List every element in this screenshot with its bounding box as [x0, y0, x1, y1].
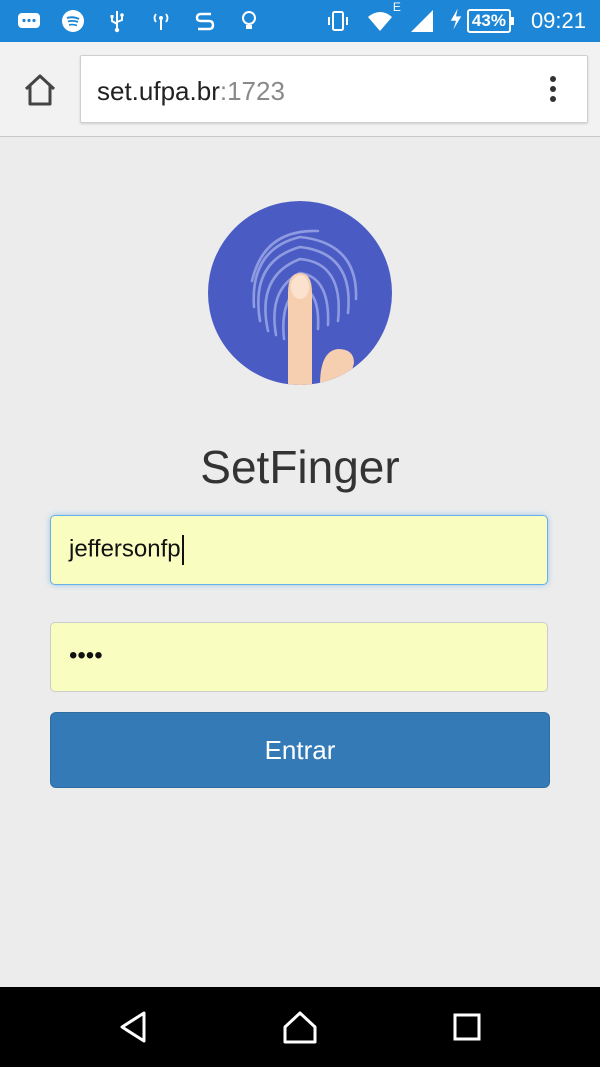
spotify-icon — [58, 6, 88, 36]
password-value: •••• — [69, 642, 103, 669]
text-cursor — [181, 535, 184, 565]
status-bar: E 43% 09:21 — [0, 0, 600, 42]
fingerprint-logo-icon — [208, 201, 392, 385]
url-bar[interactable]: set.ufpa.br:1723 — [80, 55, 588, 123]
battery-percent: 43% — [471, 11, 506, 30]
s-icon — [190, 6, 220, 36]
url-host: set.ufpa.br — [97, 76, 220, 106]
vibrate-icon — [323, 6, 353, 36]
message-icon — [14, 6, 44, 36]
network-label: E — [392, 0, 401, 14]
battery-indicator: 43% — [449, 7, 514, 36]
browser-toolbar: set.ufpa.br:1723 — [0, 42, 600, 137]
signal-icon — [407, 6, 437, 36]
login-button-label: Entrar — [264, 734, 336, 765]
back-icon[interactable] — [116, 1009, 152, 1045]
clock: 09:21 — [530, 8, 586, 33]
navigation-bar — [0, 987, 600, 1067]
overflow-menu-icon[interactable] — [539, 74, 567, 104]
recents-icon[interactable] — [449, 1009, 485, 1045]
bulb-icon — [234, 6, 264, 36]
username-value-wrap: jeffersonfp — [69, 535, 184, 565]
username-input[interactable]: jeffersonfp — [50, 515, 548, 585]
login-button[interactable]: Entrar — [50, 712, 550, 788]
home-nav-icon[interactable] — [282, 1009, 318, 1045]
url-text: set.ufpa.br:1723 — [97, 76, 285, 107]
app-title: SetFinger — [200, 441, 400, 493]
wifi-icon: E — [365, 0, 401, 36]
password-input[interactable]: •••• — [50, 622, 548, 692]
usb-icon — [102, 6, 132, 36]
home-icon[interactable] — [22, 72, 58, 108]
username-value: jeffersonfp — [69, 535, 181, 563]
url-port: :1723 — [219, 76, 285, 106]
charging-icon — [449, 7, 463, 36]
battery-icon: 43% — [466, 9, 514, 33]
hotspot-icon — [146, 6, 176, 36]
